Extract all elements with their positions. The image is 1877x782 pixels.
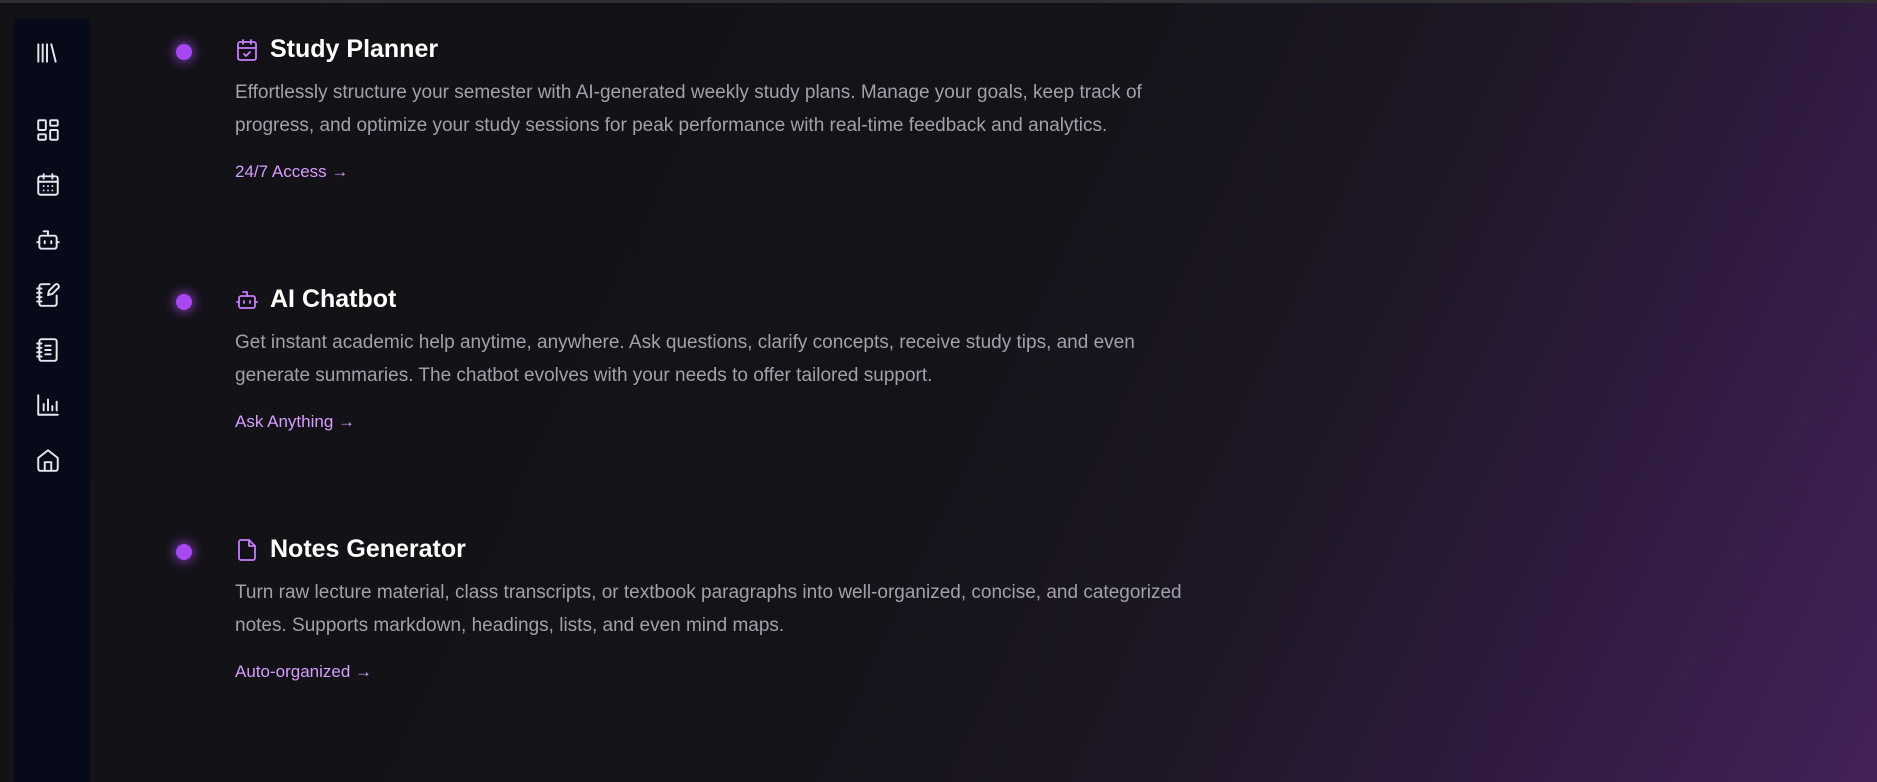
- notebook-text-icon[interactable]: [34, 336, 62, 364]
- feature-link[interactable]: 24/7 Access →: [235, 162, 348, 182]
- calendar-check-icon: [234, 37, 260, 63]
- home-icon[interactable]: [34, 446, 62, 474]
- feature-header: AI Chatbot: [234, 285, 396, 314]
- feature-description: Get instant academic help anytime, anywh…: [235, 332, 1135, 386]
- feature-description: Turn raw lecture material, class transcr…: [235, 582, 1182, 636]
- bot-icon[interactable]: [34, 226, 62, 254]
- feature-header: Study Planner: [234, 35, 438, 64]
- window-top-border: [0, 0, 1877, 3]
- dashboard-icon[interactable]: [34, 116, 62, 144]
- notebook-pen-icon[interactable]: [34, 281, 62, 309]
- timeline-dot: [176, 294, 192, 310]
- feature-title: Notes Generator: [270, 535, 466, 563]
- library-icon[interactable]: [34, 40, 62, 68]
- feature-header: Notes Generator: [234, 535, 466, 564]
- feature-title: AI Chatbot: [270, 285, 397, 313]
- feature-link[interactable]: Auto-organized →: [235, 662, 372, 682]
- feature-title: Study Planner: [270, 35, 439, 63]
- feature-description: Effortlessly structure your semester wit…: [235, 82, 1142, 136]
- file-icon: [234, 537, 260, 563]
- bar-chart-icon[interactable]: [34, 391, 62, 419]
- feature-link[interactable]: Ask Anything →: [235, 412, 355, 432]
- timeline-dot: [176, 544, 192, 560]
- timeline-dot: [176, 44, 192, 60]
- calendar-icon[interactable]: [34, 171, 62, 199]
- bot-icon: [234, 287, 260, 313]
